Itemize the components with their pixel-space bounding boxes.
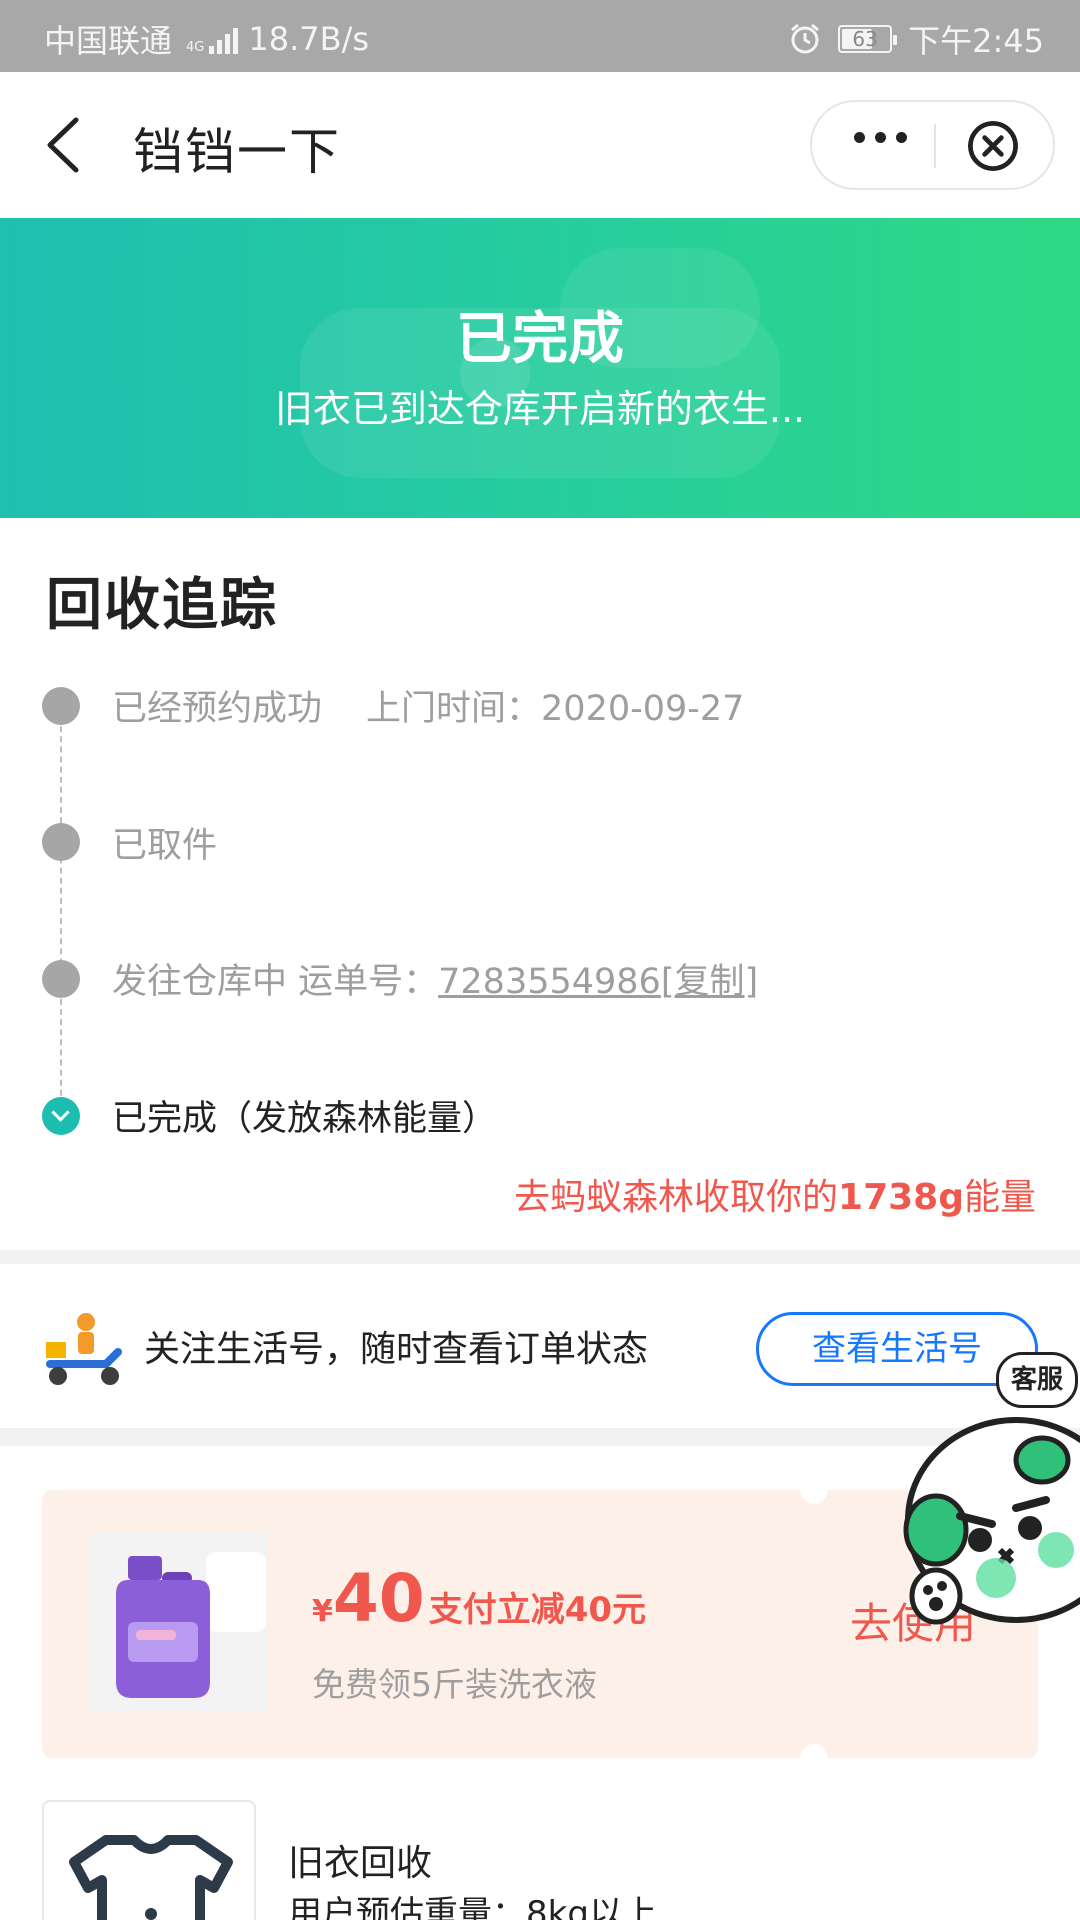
service-title: 旧衣回收 xyxy=(288,1843,433,1884)
status-bar: 中国联通 4G 18.7B/s 63 下午2:45 xyxy=(0,0,1080,72)
energy-amount: 1738g xyxy=(838,1177,964,1218)
customer-service-badge[interactable]: 客服 xyxy=(996,1352,1078,1408)
battery-level: 63 xyxy=(852,27,878,51)
energy-prefix: 去蚂蚁森林收取你的 xyxy=(514,1177,839,1218)
coupon-card[interactable]: ¥40 支付立减40元 免费领5斤装洗衣液 去使用 xyxy=(42,1476,1038,1772)
timeline-step: 发往仓库中 运单号：7283554986[复制] xyxy=(112,953,758,1004)
status-banner: 已完成 旧衣已到达仓库开启新的衣生... xyxy=(0,218,1080,518)
more-options-icon[interactable] xyxy=(854,132,907,143)
service-estimate: 用户预估重量：8kg以上 xyxy=(288,1894,657,1920)
carrier-label: 中国联通 xyxy=(44,22,173,60)
section-title-tracking: 回收追踪 xyxy=(46,573,278,638)
close-icon[interactable] xyxy=(968,121,1018,171)
battery-icon: 63 xyxy=(838,25,898,53)
timeline-dot xyxy=(42,960,80,998)
section-divider xyxy=(0,1250,1080,1264)
step-label: 已完成（发放森林能量） xyxy=(112,1099,498,1139)
delivery-rider-icon xyxy=(46,1313,122,1385)
banner-title: 已完成 xyxy=(456,307,624,372)
timeline-step: 已取件 xyxy=(112,817,217,868)
timeline-dot xyxy=(42,823,80,861)
timeline-dot xyxy=(42,687,80,725)
copy-waybill-link[interactable]: [复制] xyxy=(661,962,758,1002)
coupon-amount: 40 xyxy=(332,1560,425,1637)
page-title: 铛铛一下 xyxy=(133,123,341,181)
timeline-connector xyxy=(60,706,62,1116)
network-speed: 18.7B/s xyxy=(248,20,370,58)
follow-prompt: 关注生活号，随时查看订单状态 xyxy=(144,1329,649,1370)
clock: 下午2:45 xyxy=(908,22,1044,60)
coupon-price: ¥40 支付立减40元 xyxy=(312,1560,646,1637)
coupon-notch xyxy=(800,1744,828,1772)
visit-time-label: 上门时间： xyxy=(366,689,542,729)
coupon-description: 支付立减40元 xyxy=(428,1590,647,1630)
step-label: 发往仓库中 运单号： xyxy=(112,962,439,1002)
customer-service-mascot[interactable] xyxy=(896,1400,1080,1660)
detergent-image xyxy=(88,1532,268,1712)
back-arrow-icon[interactable] xyxy=(40,110,100,180)
timeline-step-current: 已完成（发放森林能量） xyxy=(112,1090,497,1141)
step-label: 已经预约成功 xyxy=(112,689,323,729)
network-type: 4G xyxy=(186,40,205,55)
mini-program-capsule xyxy=(810,100,1055,190)
banner-subtitle: 旧衣已到达仓库开启新的衣生... xyxy=(274,387,806,431)
timeline-step: 已经预约成功 上门时间：2020-09-27 xyxy=(112,680,744,731)
clothes-recycle-thumbnail xyxy=(42,1800,256,1920)
currency-symbol: ¥ xyxy=(312,1594,333,1629)
alarm-icon xyxy=(791,23,820,54)
forest-energy-link[interactable]: 去蚂蚁森林收取你的1738g能量 xyxy=(514,1168,1036,1220)
capsule-divider xyxy=(934,124,936,168)
waybill-number-link[interactable]: 7283554986 xyxy=(438,962,661,1002)
coupon-subtitle: 免费领5斤装洗衣液 xyxy=(312,1665,597,1704)
coupon-notch xyxy=(800,1476,828,1504)
step-label: 已取件 xyxy=(112,826,218,866)
title-bar: 铛铛一下 xyxy=(0,72,1080,218)
signal-icon: 4G xyxy=(186,24,239,55)
visit-time-value: 2020-09-27 xyxy=(541,689,745,729)
check-icon xyxy=(42,1097,80,1135)
energy-suffix: 能量 xyxy=(963,1177,1036,1218)
